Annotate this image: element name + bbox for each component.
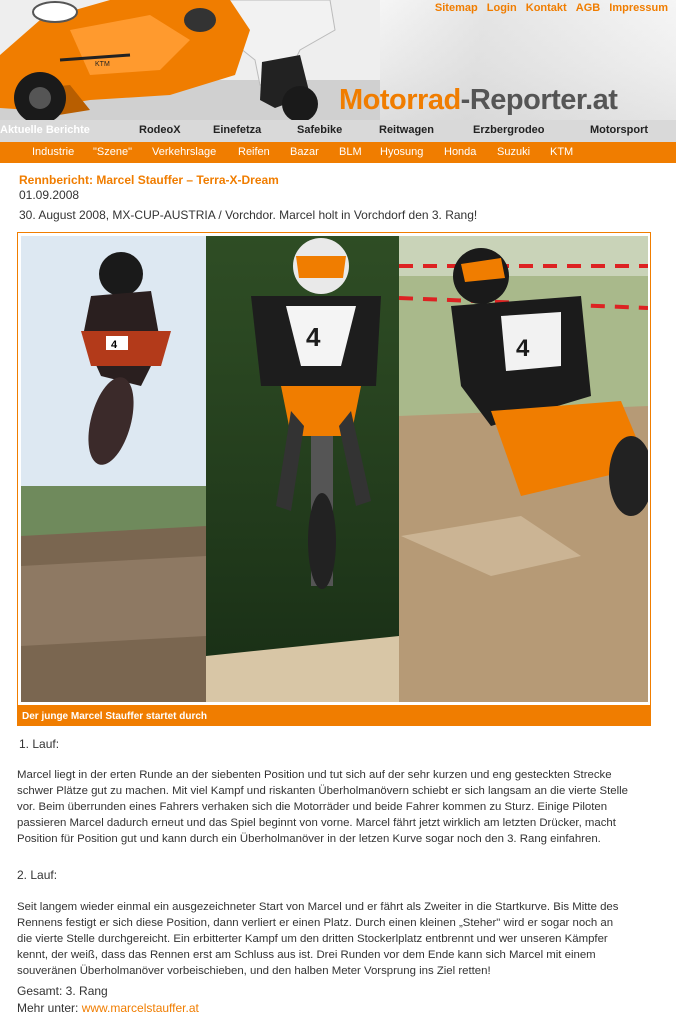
lauf2-heading: 2. Lauf:: [17, 868, 58, 882]
lauf2-line: Seit langem wieder einmal ein ausgezeich…: [17, 901, 619, 913]
site-header: KTM Sitemap Login Kontakt AGB Impressum …: [0, 0, 676, 120]
nav-item-rodeox[interactable]: RodeoX: [139, 124, 181, 136]
lauf2-line: Rennens festigt er sich diese Position, …: [17, 917, 614, 929]
site-logo[interactable]: Motorrad-Reporter.at: [339, 84, 618, 116]
login-link[interactable]: Login: [487, 2, 517, 14]
photo-caption: Der junge Marcel Stauffer startet durch: [17, 706, 651, 726]
lauf2-line: kennt, der weiß, dass das Rennen erst am…: [17, 949, 596, 961]
lauf2-paragraph: Seit langem wieder einmal ein ausgezeich…: [17, 899, 657, 979]
marcelstauffer-link[interactable]: www.marcelstauffer.at: [82, 1001, 199, 1015]
lauf1-line: vor. Beim überrunden eines Fahrers verha…: [17, 801, 608, 813]
race-photo-collage: 4 4 4: [21, 236, 648, 702]
kontakt-link[interactable]: Kontakt: [526, 2, 567, 14]
nav-item-verkehrslage[interactable]: Verkehrslage: [152, 146, 216, 158]
photo-panel-jump: 4: [21, 236, 206, 702]
nav-item-blm[interactable]: BLM: [339, 146, 362, 158]
nav-item-ktm[interactable]: KTM: [550, 146, 573, 158]
logo-part-reporter: -Reporter.at: [460, 84, 618, 116]
impressum-link[interactable]: Impressum: [609, 2, 668, 14]
nav-item-hyosung[interactable]: Hyosung: [380, 146, 423, 158]
lauf1-line: Marcel liegt in der erten Runde an der s…: [17, 769, 612, 781]
more-info: Mehr unter: www.marcelstauffer.at: [17, 1001, 199, 1015]
lauf1-heading: 1. Lauf:: [19, 737, 60, 751]
svg-text:4: 4: [306, 322, 321, 352]
photo-panel-corner: 4: [398, 236, 648, 702]
sitemap-link[interactable]: Sitemap: [435, 2, 478, 14]
nav-item-einefetza[interactable]: Einefetza: [213, 124, 261, 136]
article-date: 01.09.2008: [19, 188, 80, 202]
header-motorbike-photo: KTM: [0, 0, 380, 120]
lauf1-paragraph: Marcel liegt in der erten Runde an der s…: [17, 767, 657, 847]
nav-item-reitwagen[interactable]: Reitwagen: [379, 124, 434, 136]
agb-link[interactable]: AGB: [576, 2, 600, 14]
nav-item-industrie[interactable]: Industrie: [32, 146, 74, 158]
logo-part-motorrad: Motorrad: [339, 84, 461, 116]
lauf1-line: passieren Marcel dadurch erneut und das …: [17, 817, 616, 829]
nav-item-suzuki[interactable]: Suzuki: [497, 146, 530, 158]
svg-text:4: 4: [516, 335, 530, 362]
svg-text:4: 4: [111, 339, 118, 351]
svg-text:KTM: KTM: [95, 61, 110, 68]
photo-panel-rear: 4: [206, 236, 399, 702]
nav-item-reifen[interactable]: Reifen: [238, 146, 270, 158]
lauf2-line: die vierte Stelle durchgereicht. Ein erb…: [17, 933, 608, 945]
nav-item-honda[interactable]: Honda: [444, 146, 476, 158]
top-links: Sitemap Login Kontakt AGB Impressum: [429, 2, 668, 14]
nav-item-bazar[interactable]: Bazar: [290, 146, 319, 158]
nav-item-szene[interactable]: "Szene": [93, 146, 132, 158]
secondary-nav: Industrie "Szene" Verkehrslage Reifen Ba…: [0, 142, 676, 163]
more-info-label: Mehr unter:: [17, 1001, 82, 1015]
primary-nav: Aktuelle Berichte RodeoX Einefetza Safeb…: [0, 120, 676, 142]
nav-item-motorsport[interactable]: Motorsport: [590, 124, 648, 136]
nav-item-safebike[interactable]: Safebike: [297, 124, 342, 136]
gesamt-result: Gesamt: 3. Rang: [17, 984, 108, 998]
article-lead: 30. August 2008, MX-CUP-AUSTRIA / Vorchd…: [19, 208, 478, 222]
nav-item-erzbergrodeo[interactable]: Erzbergrodeo: [473, 124, 545, 136]
lauf2-line: souveränen Überholmanöver vorbeischieben…: [17, 965, 491, 977]
nav-item-aktuelle-berichte[interactable]: Aktuelle Berichte: [0, 124, 90, 136]
lauf1-line: Position für Position gut und kann durch…: [17, 833, 601, 845]
article-title: Rennbericht: Marcel Stauffer – Terra-X-D…: [19, 173, 279, 187]
lauf1-line: schwer Plätze gut zu machen. Mit viel Ka…: [17, 785, 628, 797]
